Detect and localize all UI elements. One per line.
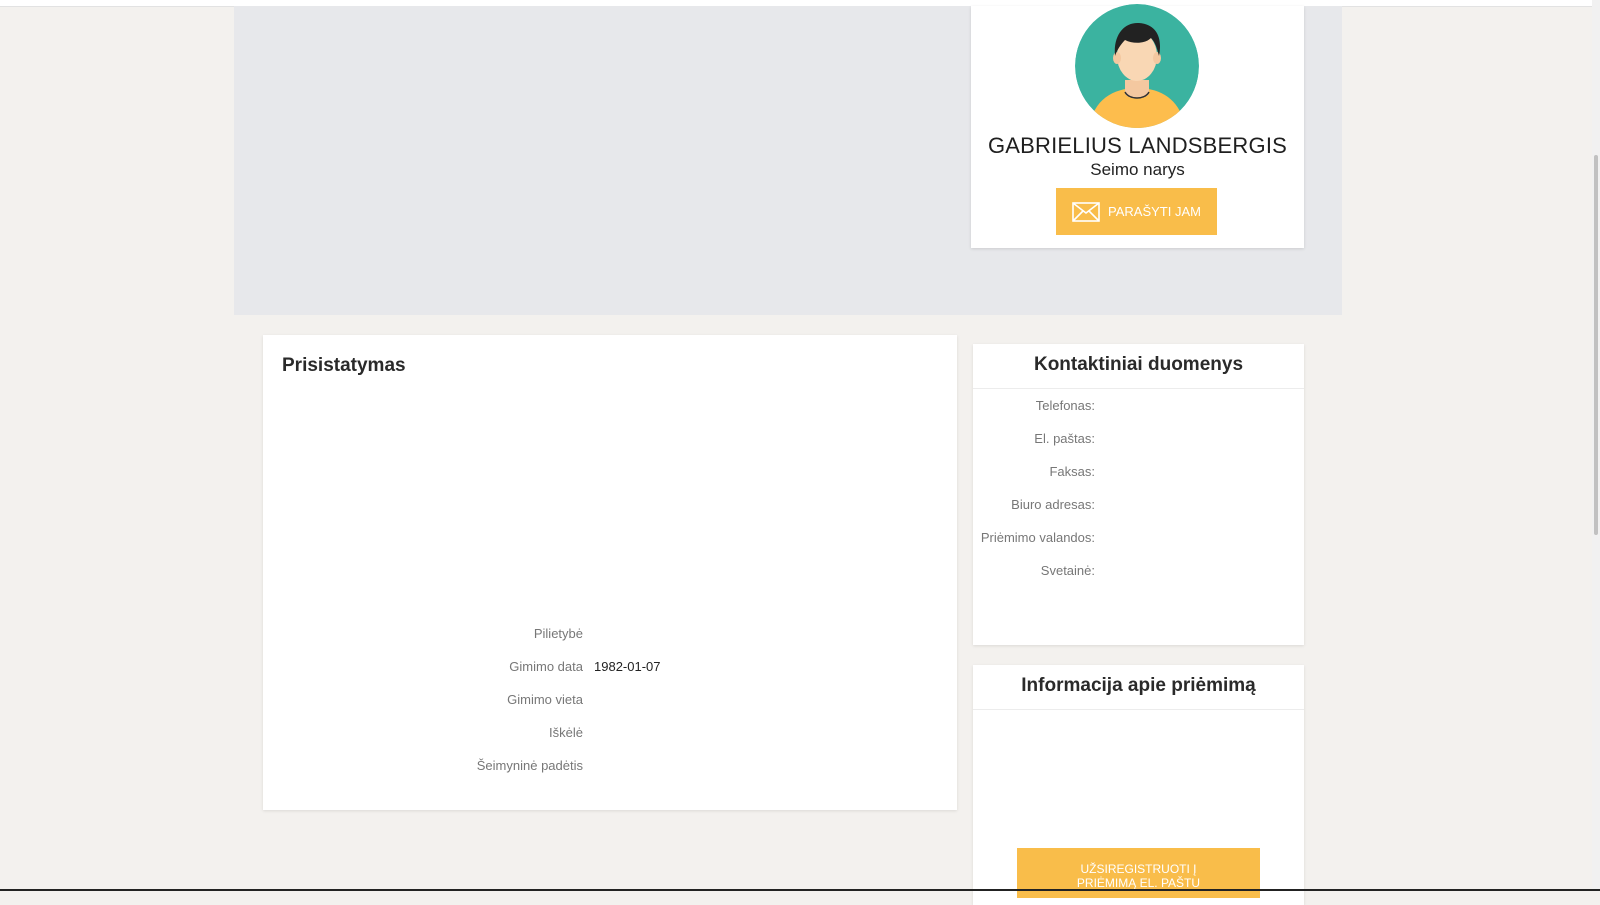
fact-value: 1982-01-07 [594, 659, 661, 674]
contact-label: Priėmimo valandos: [980, 530, 1095, 545]
envelope-icon [1072, 201, 1100, 222]
contact-label: Telefonas: [1035, 398, 1095, 413]
write-message-button[interactable]: PARAŠYTI JAM [1056, 188, 1217, 235]
contact-title: Kontaktiniai duomenys [1033, 354, 1244, 375]
contact-label: Biuro adresas: [1011, 497, 1095, 512]
fact-label: Gimimo data [509, 659, 583, 674]
divider [973, 709, 1304, 710]
register-button-line-1: UŽSIREGISTRUOTI Į [1080, 861, 1197, 876]
contact-panel: Kontaktiniai duomenys Telefonas: El. paš… [973, 344, 1304, 645]
contact-row-reception-hours: Priėmimo valandos: [973, 528, 1304, 561]
contact-label: El. paštas: [1034, 431, 1095, 446]
page-scrollbar[interactable] [1592, 0, 1600, 891]
register-button-line-2: PRIĖMIMĄ EL. PAŠTU [1076, 875, 1201, 890]
fact-label: Pilietybė [533, 626, 583, 641]
fact-row-birth-date: Gimimo data 1982-01-07 [263, 659, 957, 692]
facts-list: Pilietybė Gimimo data 1982-01-07 Gimimo … [263, 626, 957, 791]
profile-card: GABRIELIUS LANDSBERGIS Seimo narys PARAŠ… [971, 4, 1304, 248]
intro-title: Prisistatymas [282, 355, 406, 376]
contact-row-phone: Telefonas: [973, 396, 1304, 429]
fact-label: Iškėlė [549, 725, 583, 740]
contact-label: Faksas: [1049, 464, 1095, 479]
profile-role: Seimo narys [1090, 160, 1185, 179]
contact-row-office-address: Biuro adresas: [973, 495, 1304, 528]
fact-row-marital-status: Šeimyninė padėtis [263, 758, 957, 791]
write-message-label: PARAŠYTI JAM [1108, 204, 1201, 219]
contact-row-website: Svetainė: [973, 561, 1304, 594]
fact-row-nominated-by: Iškėlė [263, 725, 957, 758]
contact-row-fax: Faksas: [973, 462, 1304, 495]
fact-row-birth-place: Gimimo vieta [263, 692, 957, 725]
scrollbar-thumb[interactable] [1594, 155, 1598, 535]
contact-row-email: El. paštas: [973, 429, 1304, 462]
fact-label: Gimimo vieta [507, 692, 583, 707]
contact-label: Svetainė: [1040, 563, 1095, 578]
profile-name: GABRIELIUS LANDSBERGIS [987, 133, 1288, 158]
reception-title: Informacija apie priėmimą [1021, 675, 1256, 696]
fact-row-citizenship: Pilietybė [263, 626, 957, 659]
contact-list: Telefonas: El. paštas: Faksas: Biuro adr… [973, 396, 1304, 594]
user-avatar-icon [1075, 4, 1199, 128]
divider [973, 388, 1304, 389]
intro-panel: Prisistatymas Pilietybė Gimimo data 1982… [263, 335, 957, 810]
reception-panel: Informacija apie priėmimą UŽSIREGISTRUOT… [973, 665, 1304, 905]
fact-label: Šeimyninė padėtis [476, 758, 583, 773]
